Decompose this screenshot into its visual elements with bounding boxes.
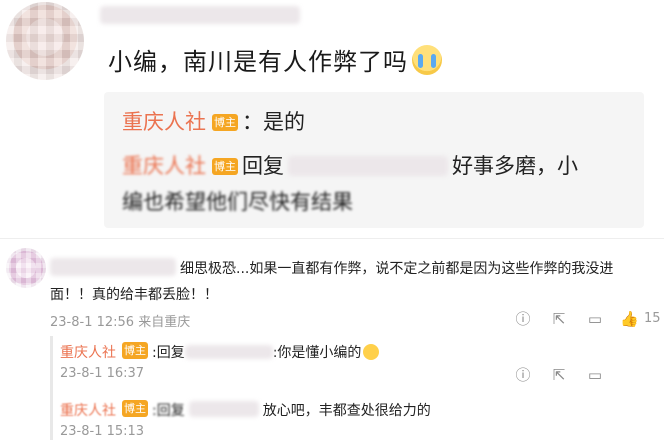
subreply-author[interactable]: 重庆人社 bbox=[60, 403, 116, 419]
avatar[interactable] bbox=[6, 248, 46, 288]
subreply-prefix: :回复 bbox=[152, 403, 185, 419]
subreply-2: 重庆人社 博主:回复 放心吧，丰都查处很给力的 bbox=[60, 400, 431, 420]
reply-text-b: 编也希望他们尽快有结果 bbox=[122, 190, 353, 214]
avatar[interactable] bbox=[6, 2, 84, 80]
subreply-1: 重庆人社 博主:回复 :你是懂小编的 bbox=[60, 342, 380, 362]
report-icon[interactable]: ⓘ bbox=[514, 310, 532, 328]
reply-text-a: 好事多磨，小 bbox=[452, 154, 578, 178]
redacted-mention bbox=[288, 156, 448, 176]
redacted-mention bbox=[188, 401, 259, 417]
crying-emoji-icon bbox=[412, 45, 442, 75]
divider bbox=[0, 238, 664, 239]
report-icon[interactable]: ⓘ bbox=[514, 366, 532, 384]
comment-meta: 23-8-1 12:56 来自重庆 bbox=[50, 311, 190, 330]
share-icon[interactable]: ⇱ bbox=[550, 366, 568, 384]
like-count: 15 bbox=[644, 311, 661, 326]
subreply-time: 23-8-1 15:13 bbox=[60, 424, 145, 439]
subreply-time: 23-8-1 16:37 bbox=[60, 366, 145, 381]
comment-location: 来自重庆 bbox=[138, 315, 191, 330]
subreply-bar bbox=[50, 336, 53, 440]
reply-author[interactable]: 重庆人社 bbox=[122, 154, 206, 178]
like-icon[interactable]: 👍 bbox=[620, 310, 639, 328]
post-text: 小编，南川是有人作弊了吗 bbox=[108, 42, 442, 77]
comment-icon[interactable]: ▭ bbox=[586, 310, 604, 328]
blogger-badge: 博主 bbox=[212, 114, 238, 131]
blogger-badge: 博主 bbox=[212, 158, 238, 175]
subreply-text: :你是懂小编的 bbox=[272, 345, 362, 361]
blogger-badge: 博主 bbox=[122, 342, 148, 359]
reply-1: 重庆人社 博主 ：是的 bbox=[122, 106, 305, 136]
smile-emoji-icon bbox=[363, 344, 380, 360]
comment-line-2: 面！！真的给丰都丢脸！！ bbox=[50, 287, 218, 303]
comment-line-1: 细思极恐...如果一直都有作弊，说不定之前都是因为这些作弊的我没进 bbox=[180, 261, 614, 277]
reply-2: 重庆人社 博主 回复 好事多磨，小 编也希望他们尽快有结果 bbox=[122, 148, 632, 220]
comment-icon[interactable]: ▭ bbox=[586, 366, 604, 384]
subreply-prefix: :回复 bbox=[152, 345, 185, 361]
share-icon[interactable]: ⇱ bbox=[550, 310, 568, 328]
comment-time: 23-8-1 12:56 bbox=[50, 315, 135, 330]
post-text-content: 小编，南川是有人作弊了吗 bbox=[108, 48, 408, 76]
redacted-username bbox=[100, 6, 300, 24]
reply-text: ：是的 bbox=[242, 110, 305, 134]
blogger-badge: 博主 bbox=[122, 400, 148, 417]
reply-author[interactable]: 重庆人社 bbox=[122, 110, 206, 134]
subreply-author[interactable]: 重庆人社 bbox=[60, 345, 116, 361]
redacted-mention bbox=[184, 345, 273, 359]
comment-text: 细思极恐...如果一直都有作弊，说不定之前都是因为这些作弊的我没进 面！！真的给… bbox=[50, 256, 650, 308]
subreply-text: 放心吧，丰都查处很给力的 bbox=[262, 403, 431, 419]
reply-prefix: 回复 bbox=[242, 154, 284, 178]
